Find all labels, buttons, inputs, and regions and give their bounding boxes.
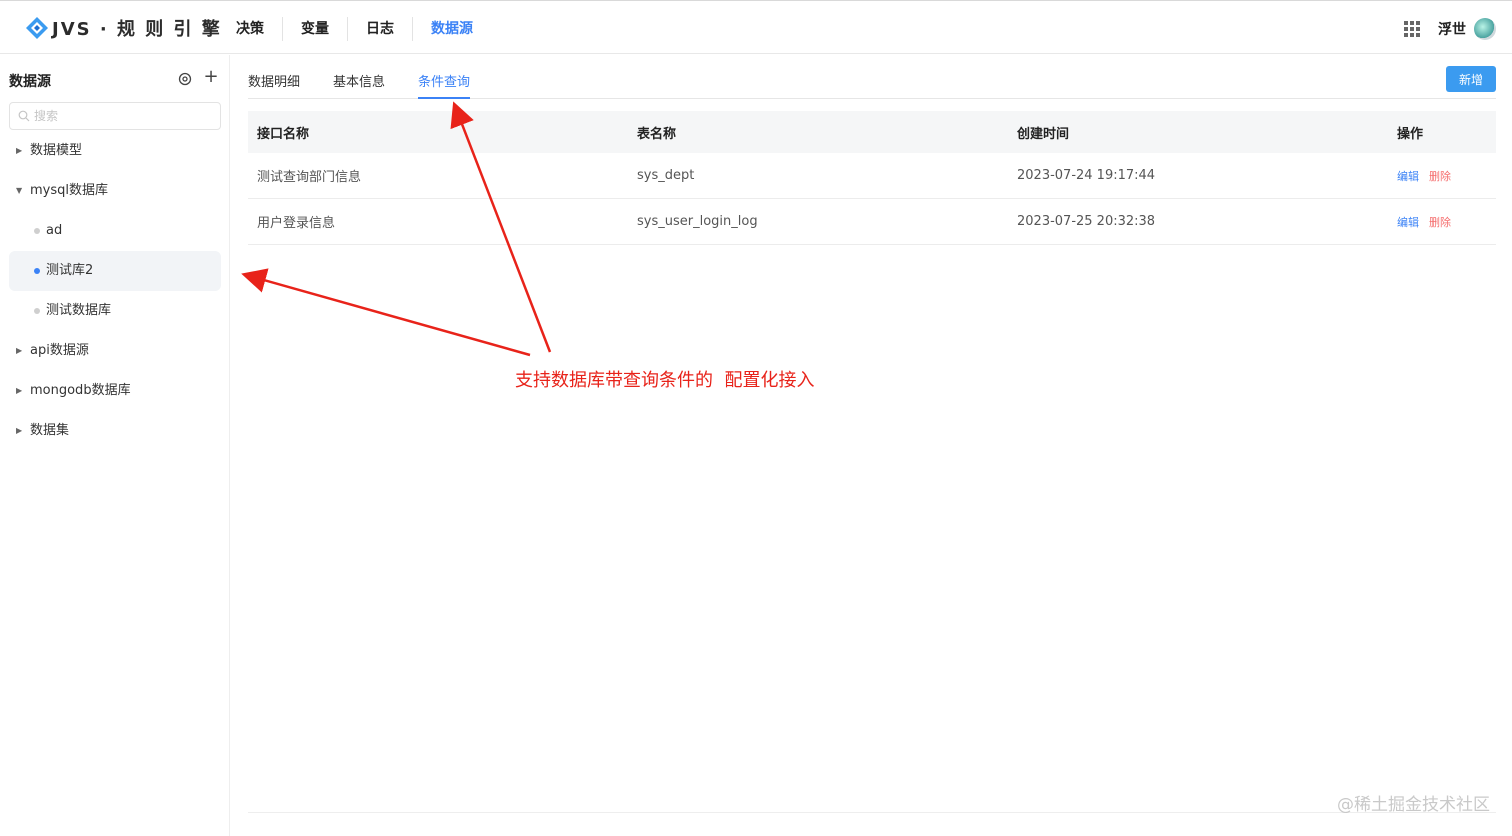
edit-link[interactable]: 编辑 <box>1397 168 1419 184</box>
tree-item-api[interactable]: ▶ api数据源 <box>0 331 230 371</box>
nav-item-variable[interactable]: 变量 <box>283 17 348 41</box>
tree-item-label: mongodb数据库 <box>30 383 131 398</box>
edit-link[interactable]: 编辑 <box>1397 214 1419 230</box>
logo-icon <box>26 17 48 39</box>
settings-icon[interactable] <box>178 72 192 86</box>
nav-item-decision[interactable]: 决策 <box>218 17 283 41</box>
caret-down-icon: ▼ <box>16 186 23 195</box>
tree-item-label: 数据模型 <box>30 143 83 158</box>
cell-created: 2023-07-24 19:17:44 <box>1017 168 1156 183</box>
cell-name: 用户登录信息 <box>257 216 336 231</box>
cell-created: 2023-07-25 20:32:38 <box>1017 214 1156 229</box>
main-content: 数据明细 基本信息 条件查询 新增 接口名称 表名称 创建时间 操作 测试查询部… <box>248 55 1496 815</box>
cell-name: 测试查询部门信息 <box>257 170 362 185</box>
add-button[interactable]: 新增 <box>1446 66 1496 92</box>
cell-actions: 编辑 删除 <box>1388 168 1496 184</box>
top-header: JVS · 规 则 引 擎 决策 变量 日志 数据源 浮世 <box>0 0 1512 54</box>
header-user-area: 浮世 <box>1404 15 1496 43</box>
sidebar: 数据源 + ▶ 数据模型 ▼ mysql数据库 ad 测试库2 测试数 <box>0 55 230 836</box>
tree-item-test-database[interactable]: 测试数据库 <box>0 291 230 331</box>
main-nav: 决策 变量 日志 数据源 <box>218 15 491 43</box>
column-header: 操作 <box>1397 126 1424 142</box>
tree-item-label: mysql数据库 <box>30 183 108 198</box>
dot-icon <box>34 308 40 314</box>
cell-table: sys_user_login_log <box>637 214 758 229</box>
caret-right-icon: ▶ <box>16 146 23 155</box>
app-logo[interactable]: JVS · 规 则 引 擎 <box>24 15 222 41</box>
tree-item-dataset[interactable]: ▶ 数据集 <box>0 411 230 451</box>
caret-right-icon: ▶ <box>16 346 23 355</box>
cell-actions: 编辑 删除 <box>1388 214 1496 230</box>
delete-link[interactable]: 删除 <box>1429 168 1451 184</box>
column-header: 表名称 <box>637 126 677 142</box>
caret-right-icon: ▶ <box>16 386 23 395</box>
cell-table: sys_dept <box>637 168 695 183</box>
column-header: 创建时间 <box>1017 126 1070 142</box>
tree-item-label: ad <box>46 223 63 238</box>
tree-item-label: 测试库2 <box>46 263 94 278</box>
column-header: 接口名称 <box>257 126 310 142</box>
tree-item-mongodb[interactable]: ▶ mongodb数据库 <box>0 371 230 411</box>
divider <box>248 812 1496 813</box>
tab-data-detail[interactable]: 数据明细 <box>248 71 300 99</box>
avatar[interactable] <box>1474 18 1496 40</box>
query-table: 接口名称 表名称 创建时间 操作 测试查询部门信息 sys_dept 2023-… <box>248 111 1496 245</box>
apps-grid-icon[interactable] <box>1404 21 1420 37</box>
tree-item-label: 数据集 <box>30 423 70 438</box>
datasource-tree: ▶ 数据模型 ▼ mysql数据库 ad 测试库2 测试数据库 ▶ api数据源… <box>0 131 230 451</box>
table-header: 接口名称 表名称 创建时间 操作 <box>248 111 1496 153</box>
table-row: 测试查询部门信息 sys_dept 2023-07-24 19:17:44 编辑… <box>248 153 1496 199</box>
tree-item-test-db-2[interactable]: 测试库2 <box>9 251 221 291</box>
table-row: 用户登录信息 sys_user_login_log 2023-07-25 20:… <box>248 199 1496 245</box>
search-icon <box>18 110 30 122</box>
tree-item-label: api数据源 <box>30 343 89 358</box>
tree-item-ad[interactable]: ad <box>0 211 230 251</box>
tree-item-mysql[interactable]: ▼ mysql数据库 <box>0 171 230 211</box>
nav-item-log[interactable]: 日志 <box>348 17 413 41</box>
dot-icon <box>34 268 40 274</box>
annotation-caption: 支持数据库带查询条件的 配置化接入 <box>515 370 815 391</box>
add-icon[interactable]: + <box>202 68 220 86</box>
tree-item-label: 测试数据库 <box>46 303 112 318</box>
search-input[interactable] <box>34 109 214 123</box>
search-box[interactable] <box>9 102 221 130</box>
delete-link[interactable]: 删除 <box>1429 214 1451 230</box>
caret-right-icon: ▶ <box>16 426 23 435</box>
dot-icon <box>34 228 40 234</box>
watermark: @稀土掘金技术社区 <box>1337 795 1490 815</box>
sidebar-title: 数据源 <box>9 74 51 90</box>
tree-item-data-model[interactable]: ▶ 数据模型 <box>0 131 230 171</box>
nav-item-datasource[interactable]: 数据源 <box>413 17 491 41</box>
app-title: JVS · 规 则 引 擎 <box>52 19 222 40</box>
tab-condition-query[interactable]: 条件查询 <box>418 71 471 99</box>
user-name[interactable]: 浮世 <box>1438 19 1466 39</box>
tab-basic-info[interactable]: 基本信息 <box>333 71 385 99</box>
tab-bar: 数据明细 基本信息 条件查询 新增 <box>248 55 1496 99</box>
